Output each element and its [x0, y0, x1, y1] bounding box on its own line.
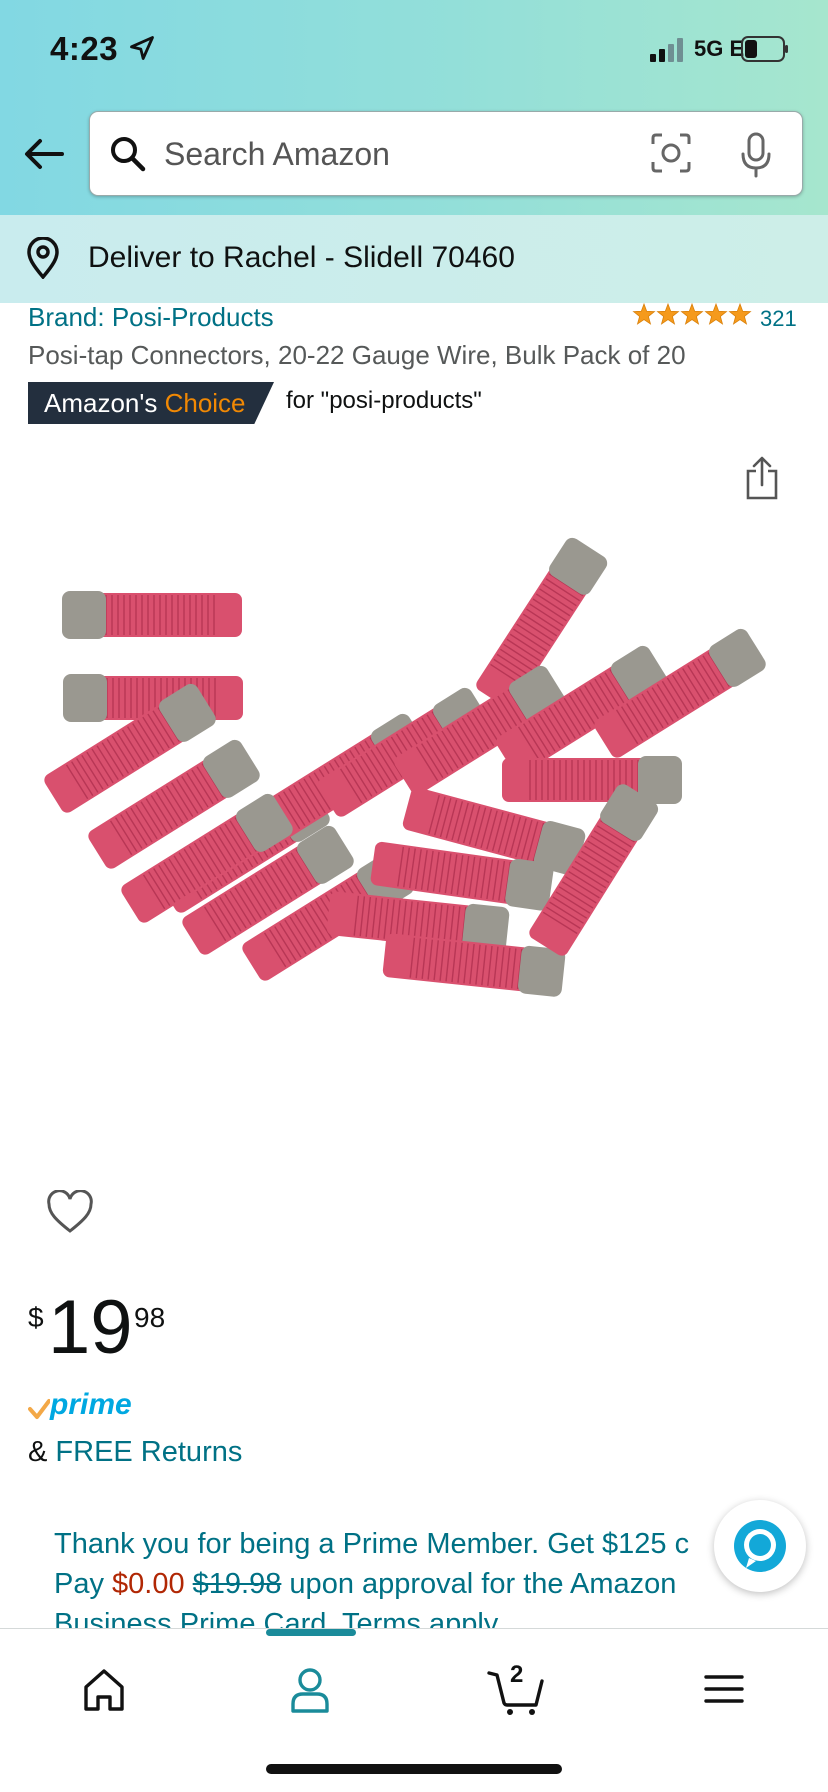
promo-strike-price: $19.98: [192, 1568, 282, 1600]
search-row: Search Amazon: [0, 108, 828, 198]
status-bar: 4:23 5G E: [0, 0, 828, 100]
star-icon: [728, 302, 752, 325]
account-icon[interactable]: [280, 1659, 340, 1719]
alexa-icon: [734, 1520, 786, 1572]
returns-prefix: &: [28, 1436, 56, 1468]
badge-choice-text: Choice: [164, 388, 246, 418]
back-arrow-icon[interactable]: [22, 136, 66, 172]
search-placeholder: Search Amazon: [164, 136, 390, 172]
badge-for-text: for "posi-products": [286, 387, 482, 414]
signal-icon: [650, 38, 683, 62]
product-title: Posi-tap Connectors, 20-22 Gauge Wire, B…: [28, 340, 686, 370]
free-returns-link[interactable]: FREE Returns: [55, 1436, 242, 1468]
promo-pay-prefix: Pay: [54, 1568, 113, 1600]
price-whole: 19: [48, 1285, 133, 1370]
deliver-to-bar[interactable]: Deliver to Rachel - Slidell 70460: [0, 215, 828, 303]
top-header: 4:23 5G E Search Amazon: [0, 0, 828, 215]
active-tab-indicator: [266, 1629, 356, 1636]
product-image[interactable]: [20, 500, 810, 1190]
promo-line-3: Business Prime Card. Terms apply.: [54, 1608, 505, 1628]
home-indicator: [266, 1764, 562, 1774]
wishlist-heart-icon[interactable]: [46, 1190, 94, 1234]
search-icon: [111, 137, 146, 172]
alexa-button[interactable]: [714, 1500, 806, 1592]
promo-price: $0.00: [112, 1568, 185, 1600]
rating-stars-icon[interactable]: [632, 302, 752, 328]
brand-link[interactable]: Brand: Posi-Products: [28, 302, 274, 333]
connector: [62, 591, 242, 639]
promo-line-1: Thank you for being a Prime Member. Get …: [54, 1528, 690, 1560]
star-icon: [656, 302, 680, 325]
returns-line: & FREE Returns: [28, 1436, 242, 1469]
home-icon[interactable]: [74, 1659, 134, 1719]
promo-line-2-suffix: upon approval for the Amazon: [281, 1568, 677, 1600]
price-symbol: $: [28, 1302, 44, 1333]
share-icon[interactable]: [742, 455, 782, 501]
network-label: 5G E: [694, 36, 745, 61]
status-time: 4:23: [50, 30, 119, 67]
rating-count[interactable]: 321: [760, 306, 797, 332]
star-icon: [632, 302, 656, 325]
badge-amazons-text: Amazon's: [44, 388, 158, 418]
star-icon: [704, 302, 728, 325]
prime-check-icon: [28, 1399, 50, 1419]
prime-logo: prime: [28, 1388, 168, 1424]
star-icon: [680, 302, 704, 325]
battery-icon: [741, 36, 788, 62]
cart-button[interactable]: 2: [486, 1659, 546, 1719]
promo-line-2: Pay $0.00 $19.98 upon approval for the A…: [54, 1564, 754, 1604]
menu-icon[interactable]: [694, 1659, 754, 1719]
prime-label: prime: [50, 1388, 132, 1421]
location-arrow-icon: [130, 36, 154, 60]
camera-search-icon[interactable]: [650, 132, 692, 174]
deliver-to-text: Deliver to Rachel - Slidell 70460: [88, 241, 515, 274]
connector: [502, 756, 682, 804]
search-input[interactable]: Search Amazon: [89, 111, 803, 196]
microphone-icon[interactable]: [740, 132, 772, 178]
location-pin-icon: [27, 237, 59, 279]
cart-count: 2: [510, 1661, 524, 1688]
amazons-choice-badge: Amazon's Choice: [28, 382, 274, 424]
prime-card-promo[interactable]: Thank you for being a Prime Member. Get …: [54, 1524, 754, 1628]
price-fraction: 98: [134, 1302, 166, 1333]
